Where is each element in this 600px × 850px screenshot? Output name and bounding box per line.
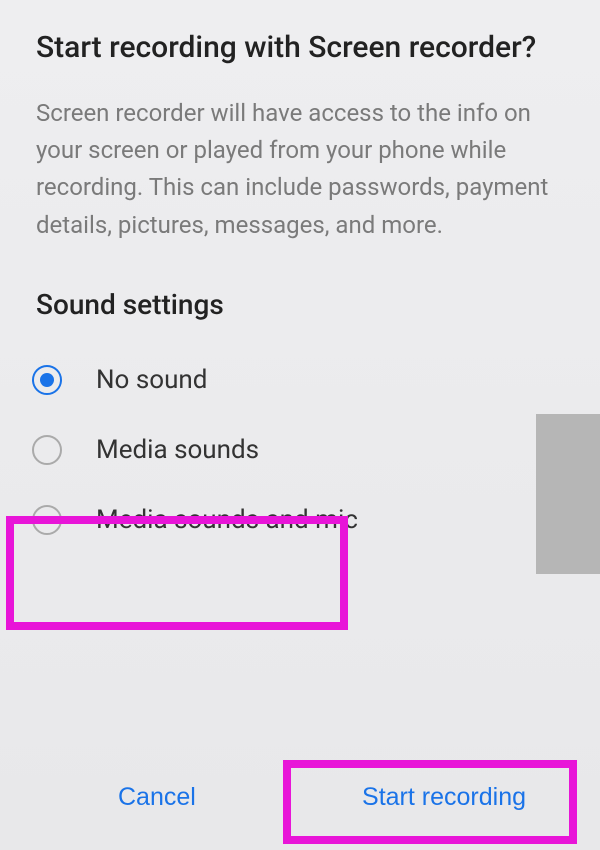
dialog-title: Start recording with Screen recorder? bbox=[0, 0, 600, 85]
start-recording-button[interactable]: Start recording bbox=[344, 763, 544, 832]
sound-settings-heading: Sound settings bbox=[0, 268, 600, 345]
radio-option-media-sounds[interactable]: Media sounds bbox=[10, 415, 590, 485]
radio-option-media-sounds-mic[interactable]: Media sounds and mic bbox=[10, 485, 590, 555]
radio-label: Media sounds bbox=[96, 435, 259, 465]
radio-icon bbox=[32, 365, 62, 395]
side-gray-block bbox=[536, 414, 600, 574]
radio-icon bbox=[32, 505, 62, 535]
dialog-body-text: Screen recorder will have access to the … bbox=[0, 85, 600, 268]
radio-label: No sound bbox=[96, 365, 207, 395]
radio-label: Media sounds and mic bbox=[96, 505, 358, 535]
sound-options-group: No sound Media sounds Media sounds and m… bbox=[0, 345, 600, 555]
cancel-button[interactable]: Cancel bbox=[100, 763, 214, 832]
dialog-actions: Cancel Start recording bbox=[0, 763, 600, 832]
radio-option-no-sound[interactable]: No sound bbox=[10, 345, 590, 415]
radio-icon bbox=[32, 435, 62, 465]
